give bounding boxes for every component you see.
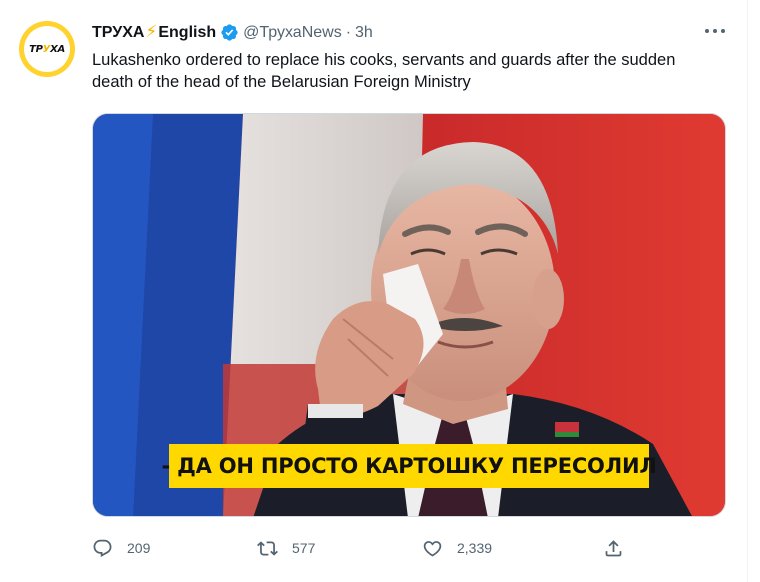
avatar-logo: ТРУХА	[29, 43, 65, 55]
reply-button[interactable]: 209	[92, 534, 150, 562]
retweet-button[interactable]: 577	[257, 534, 315, 562]
bolt-emoji: ⚡	[145, 22, 158, 41]
share-button[interactable]	[603, 534, 624, 562]
more-icon[interactable]	[705, 24, 725, 38]
tweet-actions: 209 577 2,339	[92, 534, 732, 562]
tweet-card[interactable]: ТРУХА ТРУХА⚡English @ТрухаNews · 3h Luka…	[0, 0, 748, 582]
reply-icon	[93, 539, 112, 557]
like-button[interactable]: 2,339	[422, 534, 492, 562]
avatar[interactable]: ТРУХА	[19, 21, 75, 77]
avatar-inner: ТРУХА	[24, 26, 70, 72]
retweet-icon	[257, 540, 278, 556]
retweet-count: 577	[292, 540, 316, 556]
reply-count: 209	[127, 540, 151, 556]
timestamp[interactable]: 3h	[355, 23, 373, 43]
tweet-header: ТРУХА⚡English @ТрухаNews · 3h	[92, 22, 373, 43]
share-icon	[605, 539, 622, 556]
tweet-text: Lukashenko ordered to replace his cooks,…	[92, 51, 676, 91]
separator-dot: ·	[345, 23, 352, 41]
handle[interactable]: @ТрухаNews	[243, 23, 342, 43]
verified-badge-icon	[221, 24, 238, 41]
display-name[interactable]: ТРУХА⚡English	[92, 22, 216, 43]
like-icon	[423, 540, 442, 557]
like-count: 2,339	[457, 540, 493, 556]
media-caption: - ДА ОН ПРОСТО КАРТОШКУ ПЕРЕСОЛИЛ	[161, 444, 657, 488]
